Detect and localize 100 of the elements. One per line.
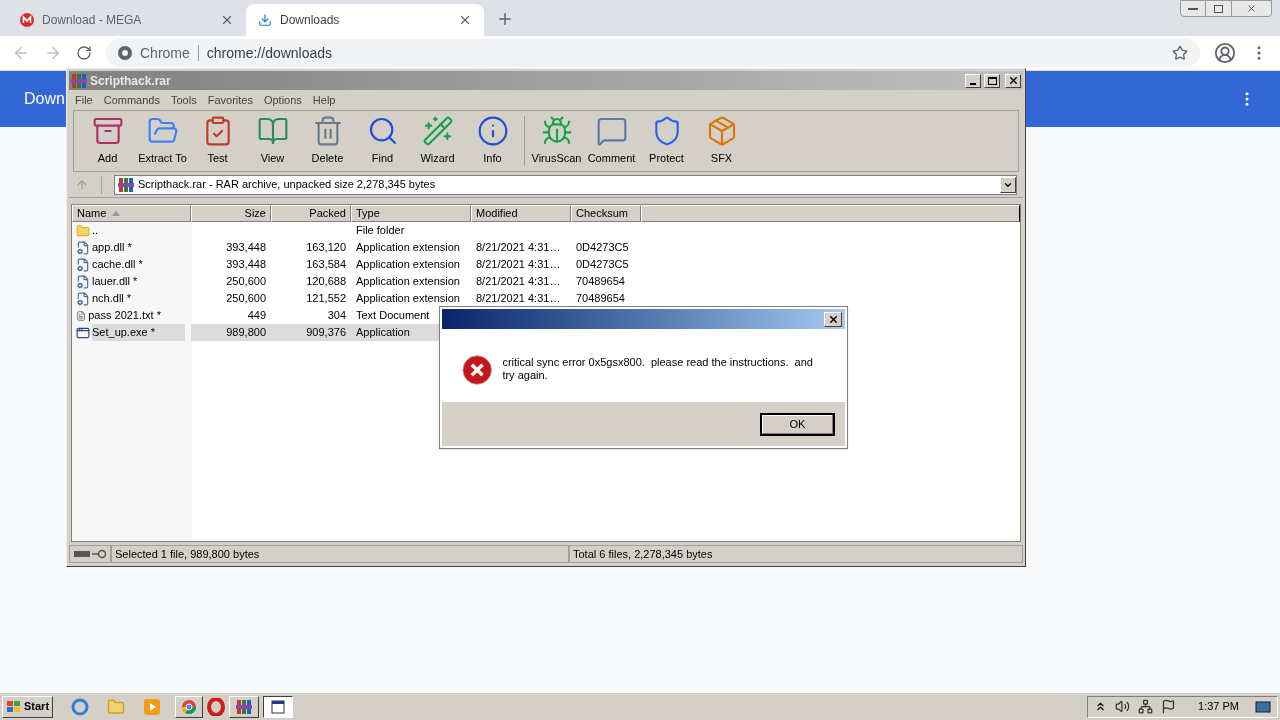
column-header[interactable]: Type [351, 205, 471, 222]
menu-item[interactable]: Commands [103, 91, 160, 109]
clock: 1:37 PM [1198, 699, 1239, 715]
column-header[interactable]: Modified [471, 205, 571, 222]
file-name[interactable]: app.dll * [92, 239, 162, 256]
toolbar-button[interactable]: Delete [300, 112, 355, 170]
modified-date: 8/21/2021 4:31… [476, 291, 561, 307]
browser-tab[interactable]: Download - MEGA [8, 4, 246, 36]
packed-size: 163,120 [306, 240, 346, 256]
menu-item[interactable]: File [75, 91, 93, 109]
file-gear-icon [76, 291, 90, 306]
maximize-button[interactable] [984, 73, 1000, 88]
checksum: 70489654 [576, 274, 625, 290]
toolbar-button[interactable]: Add [80, 112, 135, 170]
toolbar-button[interactable]: Comment [584, 112, 639, 170]
network-icon[interactable] [1138, 699, 1154, 714]
browser-tab[interactable]: Downloads [246, 4, 484, 36]
new-tab-icon[interactable] [496, 10, 514, 28]
windows-logo-icon [6, 699, 22, 714]
file-type: Application extension [356, 274, 460, 290]
column-header[interactable]: Packed [271, 205, 351, 222]
file-type: Application extension [356, 291, 460, 307]
menu-item[interactable]: Favorites [207, 91, 253, 109]
checksum: 70489654 [576, 291, 625, 307]
toolbar-button[interactable]: Find [355, 112, 410, 170]
total-status: Total 6 files, 2,278,345 bytes [573, 546, 713, 562]
flag-icon[interactable] [1161, 699, 1177, 714]
file-size: 393,448 [226, 257, 266, 273]
toolbar-button[interactable]: View [245, 112, 300, 170]
file-size: 250,600 [226, 291, 266, 307]
file-gear-icon [76, 257, 90, 272]
archive-icon [71, 72, 87, 89]
file-size: 250,600 [226, 274, 266, 290]
menu-item[interactable]: Help [312, 91, 336, 109]
desktop-icon[interactable] [1255, 699, 1271, 714]
sort-ascending-icon [112, 211, 121, 216]
file-name[interactable]: nch.dll * [92, 290, 162, 307]
browser-icon[interactable] [71, 697, 90, 716]
file-name[interactable]: pass 2021.txt * [88, 307, 191, 324]
path-field[interactable]: Scripthack.rar - RAR archive, unpacked size 2,278,345 bytes [114, 174, 1017, 195]
site-label: Chrome [140, 43, 190, 63]
column-header[interactable]: Checksum [571, 205, 641, 222]
toolbar-button[interactable]: SFX [694, 112, 749, 170]
file-size: 449 [247, 308, 266, 324]
speaker-icon[interactable] [1115, 699, 1131, 714]
close-icon [1246, 3, 1257, 14]
opera-icon[interactable] [207, 697, 226, 716]
close-icon[interactable] [458, 13, 472, 27]
window-icon [271, 699, 286, 714]
file-type: Text Document [356, 308, 430, 324]
packed-size: 120,688 [306, 274, 346, 290]
account-icon[interactable] [1214, 42, 1236, 64]
toolbar-button[interactable]: Protect [639, 112, 694, 170]
chrome-icon [118, 46, 132, 60]
chrome-taskbar-icon[interactable] [175, 695, 204, 718]
menu-item[interactable]: Tools [171, 91, 197, 109]
toolbar-button[interactable]: VirusScan [529, 112, 584, 170]
info-icon [476, 115, 509, 148]
column-header[interactable]: Size [191, 205, 271, 222]
file-name[interactable]: .. [92, 222, 129, 239]
restore-button[interactable] [1206, 0, 1232, 17]
folder-icon [76, 223, 90, 238]
file-type: File folder [356, 223, 405, 239]
menu-item[interactable]: Options [263, 91, 302, 109]
error-icon [462, 353, 493, 387]
file-type: Application [356, 325, 410, 341]
selection-status: Selected 1 file, 989,800 bytes [115, 546, 260, 562]
file-name[interactable]: Set_up.exe * [92, 324, 185, 341]
start-button[interactable]: Start [2, 695, 54, 718]
modified-date: 8/21/2021 4:31… [476, 257, 561, 273]
task-button[interactable] [263, 695, 294, 718]
close-icon [1007, 75, 1019, 86]
close-icon[interactable] [220, 13, 234, 27]
address-field[interactable]: Chrome chrome://downloads [106, 39, 1200, 67]
file-name[interactable]: lauer.dll * [92, 273, 168, 290]
minimize-button[interactable] [1180, 0, 1206, 17]
drive-icon [74, 550, 90, 558]
close-icon [827, 313, 839, 325]
checksum: 0D4273C5 [576, 257, 629, 273]
archive-icon [236, 698, 253, 715]
download-icon [258, 13, 272, 27]
file-name[interactable]: cache.dll * [92, 256, 173, 273]
bookmark-star-icon[interactable] [1172, 45, 1188, 61]
packed-size: 163,584 [306, 257, 346, 273]
key-icon [92, 549, 106, 559]
packed-size: 909,376 [306, 325, 346, 341]
wand-icon [421, 115, 454, 148]
file-type: Application extension [356, 240, 460, 256]
toolbar-button[interactable]: Extract To [135, 112, 190, 170]
logo-icon [20, 13, 34, 27]
ok-button[interactable]: OK [760, 412, 835, 436]
toolbar-button[interactable]: Wizard [410, 112, 465, 170]
column-header[interactable]: Name [72, 205, 191, 222]
reload-icon[interactable] [76, 45, 92, 61]
modified-date: 8/21/2021 4:31… [476, 240, 561, 256]
toolbar-button[interactable]: Info [465, 112, 520, 170]
toolbar-button[interactable]: Test [190, 112, 245, 170]
comment-icon [595, 115, 628, 148]
error-message: critical sync error 0x5gsx800. please read the instructions. and try again. [502, 356, 814, 382]
tab-title: Downloads [280, 12, 341, 29]
